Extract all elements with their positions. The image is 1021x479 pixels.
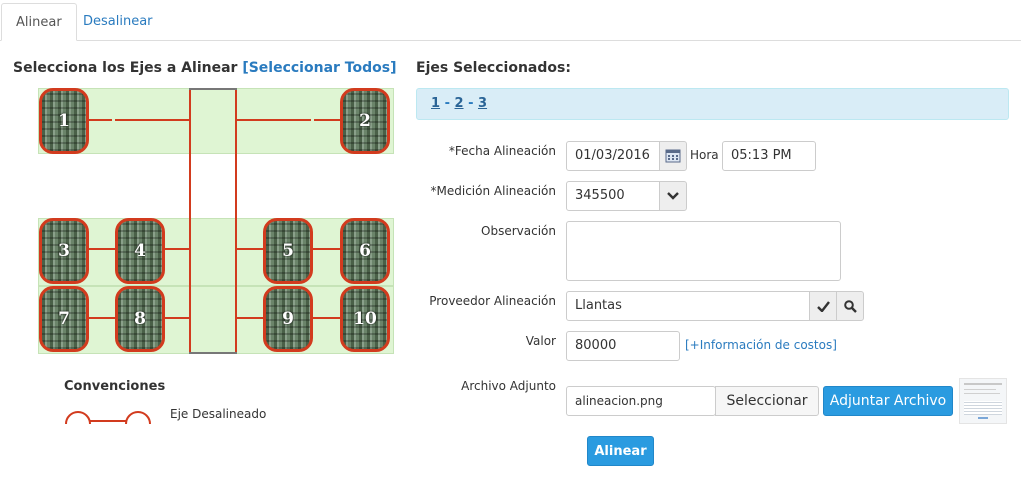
tire-10[interactable]: 10 xyxy=(340,286,390,352)
vehicle-chassis xyxy=(189,88,237,354)
tire-number: 1 xyxy=(58,111,70,131)
proveedor-label: Proveedor Alineación xyxy=(429,294,556,308)
archivo-label: Archivo Adjunto xyxy=(461,379,556,393)
tire-8[interactable]: 8 xyxy=(115,286,165,352)
tire-number: 6 xyxy=(359,241,371,261)
fecha-input[interactable]: 01/03/2016 xyxy=(566,141,660,171)
axle-line xyxy=(237,248,263,250)
axle-line xyxy=(312,317,342,319)
observacion-label: Observación xyxy=(481,224,556,238)
axles-heading-text: Selecciona los Ejes a Alinear xyxy=(13,60,238,76)
tire-number: 9 xyxy=(282,309,294,329)
tire-number: 4 xyxy=(134,241,146,261)
selected-axle-link[interactable]: 2 xyxy=(455,96,464,111)
chevron-down-icon[interactable] xyxy=(659,181,687,211)
tire-5[interactable]: 5 xyxy=(263,218,313,284)
axle-line xyxy=(164,248,189,250)
file-thumbnail-icon xyxy=(959,378,1007,424)
axle-line xyxy=(314,119,342,121)
tire-2[interactable]: 2 xyxy=(340,88,390,154)
selected-axles-heading: Ejes Seleccionados: xyxy=(416,60,571,76)
tire-number: 7 xyxy=(58,309,70,329)
check-icon[interactable] xyxy=(809,291,837,321)
search-icon[interactable] xyxy=(836,291,864,321)
axle-diagram: 1 2 3 4 5 6 7 8 9 10 xyxy=(38,88,394,356)
tire-7[interactable]: 7 xyxy=(39,286,89,352)
tire-3[interactable]: 3 xyxy=(39,218,89,284)
selected-axle-link[interactable]: 3 xyxy=(478,96,487,111)
chassis-rail-left xyxy=(189,90,191,352)
separator: - xyxy=(440,96,455,111)
fecha-label: *Fecha Alineación xyxy=(448,144,556,158)
observacion-textarea[interactable] xyxy=(566,221,841,281)
tire-6[interactable]: 6 xyxy=(340,218,390,284)
select-all-link[interactable]: [Seleccionar Todos] xyxy=(242,60,396,76)
chassis-rail-right xyxy=(235,90,237,352)
medicion-select[interactable]: 345500 xyxy=(566,181,660,211)
legend-title: Convenciones xyxy=(64,379,166,394)
tab-bar: Alinear Desalinear xyxy=(0,0,1021,41)
proveedor-input[interactable]: Llantas xyxy=(566,291,810,321)
separator: - xyxy=(463,96,478,111)
tab-desalinear[interactable]: Desalinear xyxy=(69,3,167,40)
tab-alinear[interactable]: Alinear xyxy=(1,3,77,41)
hora-label: Hora xyxy=(690,148,719,162)
misaligned-axle-icon xyxy=(65,411,151,424)
axle-line xyxy=(164,317,189,319)
axle-line xyxy=(88,248,116,250)
medicion-label: *Medición Alineación xyxy=(430,184,556,198)
tire-number: 10 xyxy=(353,309,377,329)
calendar-icon[interactable] xyxy=(659,141,687,171)
valor-input[interactable]: 80000 xyxy=(566,331,680,361)
archivo-input[interactable]: alineacion.png xyxy=(566,386,716,416)
axle-line xyxy=(237,119,311,121)
tire-number: 8 xyxy=(134,309,146,329)
tire-4[interactable]: 4 xyxy=(115,218,165,284)
hora-input[interactable]: 05:13 PM xyxy=(722,141,816,171)
tire-number: 5 xyxy=(282,241,294,261)
tire-number: 3 xyxy=(58,241,70,261)
axles-heading: Selecciona los Ejes a Alinear [Seleccion… xyxy=(13,60,396,76)
seleccionar-button[interactable]: Seleccionar xyxy=(715,386,819,416)
axle-line xyxy=(312,248,342,250)
selected-axle-link[interactable]: 1 xyxy=(431,96,440,111)
axle-line xyxy=(115,119,189,121)
adjuntar-archivo-button[interactable]: Adjuntar Archivo xyxy=(823,386,953,416)
tire-number: 2 xyxy=(359,111,371,131)
info-costos-link[interactable]: [+Información de costos] xyxy=(685,338,837,352)
axle-line xyxy=(88,317,116,319)
valor-label: Valor xyxy=(525,334,556,348)
legend-label: Eje Desalineado xyxy=(170,407,267,421)
axle-line xyxy=(237,317,263,319)
selected-axles-box: 1 - 2 - 3 xyxy=(416,88,1009,120)
alinear-button[interactable]: Alinear xyxy=(587,436,654,466)
tire-9[interactable]: 9 xyxy=(263,286,313,352)
tire-1[interactable]: 1 xyxy=(39,88,89,154)
axle-line xyxy=(88,119,112,121)
